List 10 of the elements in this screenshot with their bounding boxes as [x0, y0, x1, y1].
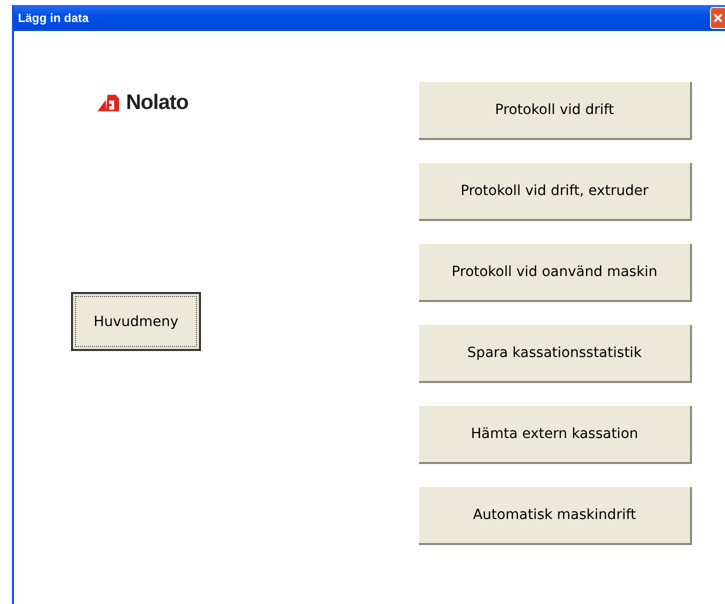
main-menu-button[interactable]: Huvudmeny	[71, 292, 201, 351]
window-title: Lägg in data	[17, 11, 89, 25]
action-button[interactable]: Automatisk maskindrift	[419, 487, 692, 545]
action-button[interactable]: Protokoll vid drift	[419, 82, 692, 140]
action-button[interactable]: Protokoll vid drift, extruder	[419, 163, 692, 221]
action-button[interactable]: Hämta extern kassation	[419, 406, 692, 464]
action-button[interactable]: Protokoll vid oanvänd maskin	[419, 244, 692, 302]
logo-text: Nolato	[126, 91, 188, 115]
close-button[interactable]	[710, 7, 725, 29]
action-button[interactable]: Spara kassationsstatistik	[419, 325, 692, 383]
